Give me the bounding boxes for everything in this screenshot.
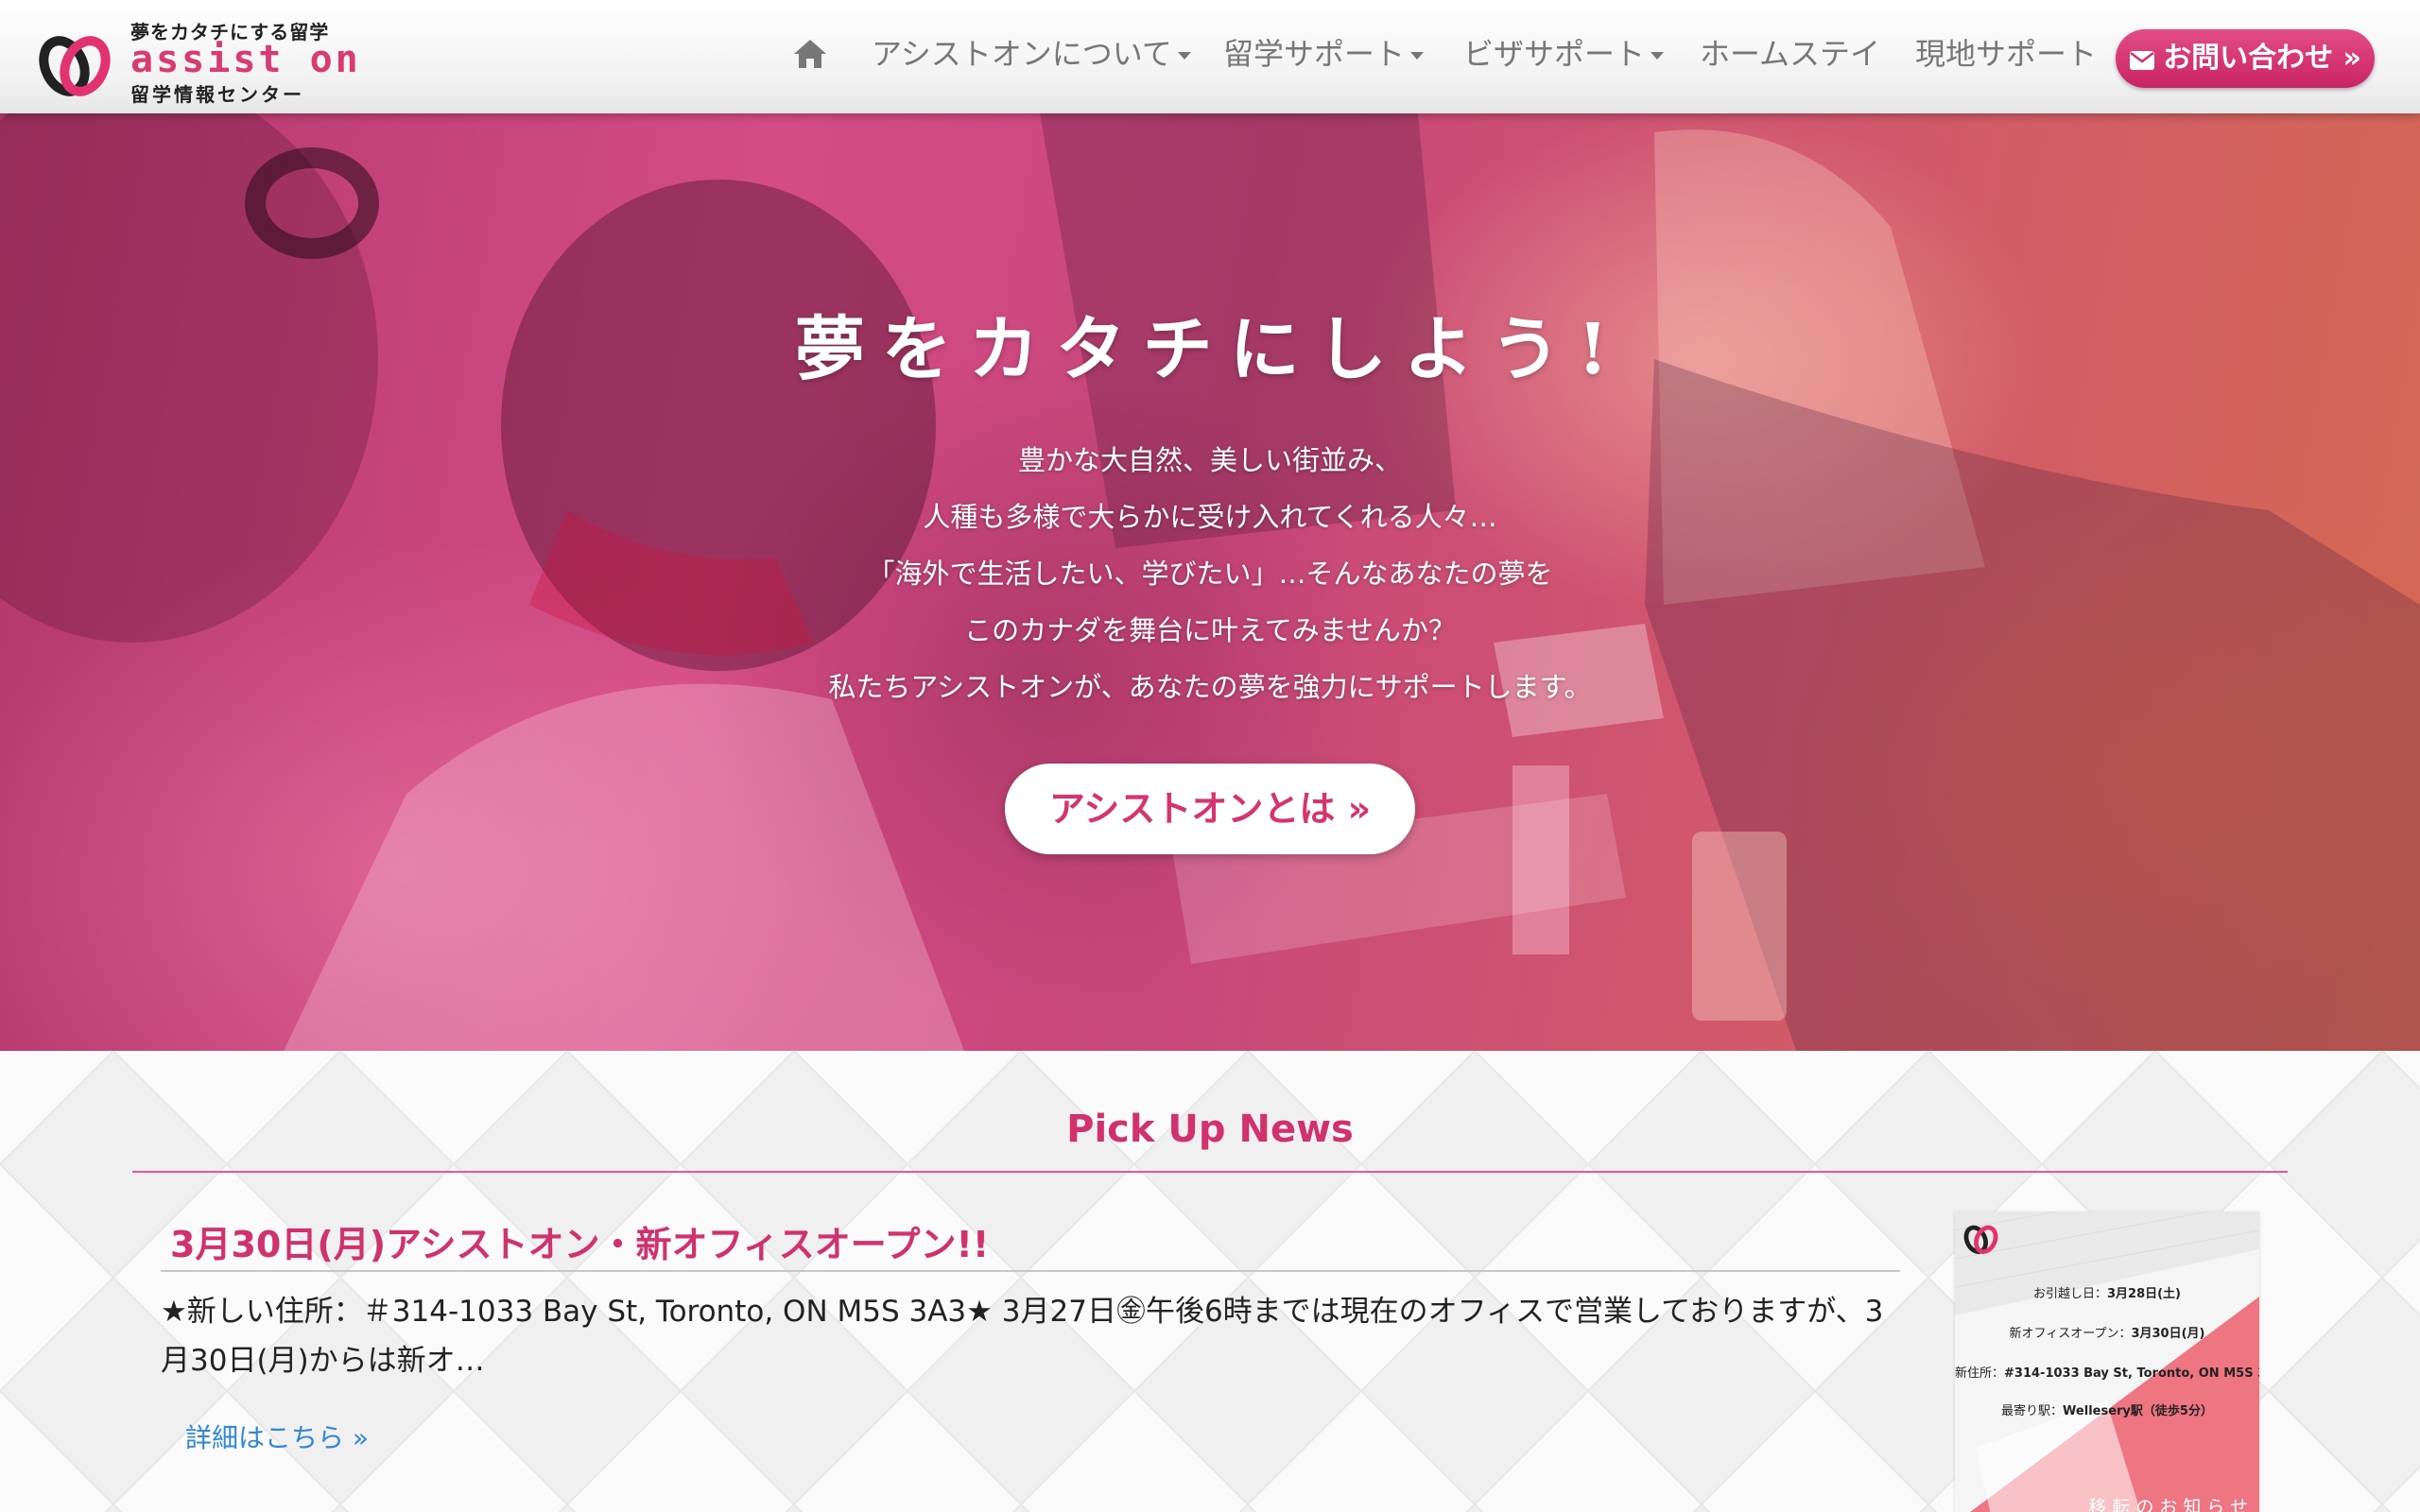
thumbnail-caption: 移転のお知らせ [2088, 1497, 2254, 1512]
home-icon[interactable] [792, 38, 828, 70]
site-header: 夢をカタチにする留学 assist on 留学情報センター アシストオンについて… [0, 0, 2420, 113]
thumbnail-text-line: 最寄り駅：Wellesery駅（徒歩5分） [1955, 1400, 2259, 1418]
site-logo[interactable]: 夢をカタチにする留学 assist on 留学情報センター [36, 15, 358, 106]
thumbnail-label: 新住所： [1955, 1366, 2005, 1381]
hero-title: 夢をカタチにしよう! [794, 309, 1626, 390]
logo-mark-icon [39, 36, 111, 96]
chevron-down-icon [1177, 52, 1191, 60]
divider [161, 1270, 1900, 1272]
nav-item-visa-support[interactable]: ビザサポート [1463, 32, 1665, 76]
nav-item-homestay[interactable]: ホームステイ [1700, 32, 1880, 76]
nav-item-label: 現地サポート [1915, 36, 2098, 72]
thumbnail-label: 新オフィスオープン： [2009, 1327, 2132, 1341]
thumbnail-value: 3月30日(月) [2131, 1327, 2205, 1341]
news-thumbnail[interactable]: お引越し日：3月28日(土) 新オフィスオープン：3月30日(月) 新住所：#3… [1955, 1211, 2259, 1512]
thumbnail-label: 最寄り駅： [2001, 1404, 2064, 1418]
envelope-icon [2130, 51, 2155, 70]
hero-content: 夢をカタチにしよう! 豊かな大自然、美しい街並み、 人種も多様で大らかに受け入れ… [0, 113, 2420, 1051]
hero-section: 夢をカタチにしよう! 豊かな大自然、美しい街並み、 人種も多様で大らかに受け入れ… [0, 113, 2420, 1051]
chevron-down-icon [1410, 52, 1425, 60]
nav-item-label: 留学サポート [1223, 36, 1406, 72]
chevron-down-icon [1651, 52, 1665, 60]
nav-item-about[interactable]: アシストオンについて [872, 32, 1191, 76]
hero-text-line: 私たちアシストオンが、あなたの夢を強力にサポートします。 [828, 671, 1592, 703]
hero-text-line: 豊かな大自然、美しい街並み、 [1017, 444, 1402, 476]
contact-button[interactable]: お問い合わせ » [2116, 29, 2375, 88]
section-heading: Pick Up News [1066, 1108, 1354, 1151]
thumbnail-text-line: 新オフィスオープン：3月30日(月) [1955, 1323, 2259, 1341]
pickup-news-section: Pick Up News 3月30日(月)アシストオン・新オフィスオープン!! … [0, 1051, 2420, 1512]
nav-item-label: アシストオンについて [872, 36, 1172, 72]
nav-item-local-support[interactable]: 現地サポート [1915, 32, 2097, 76]
divider [132, 1171, 2288, 1173]
news-article-title[interactable]: 3月30日(月)アシストオン・新オフィスオープン!! [170, 1215, 989, 1267]
nav-item-study-support[interactable]: 留学サポート [1223, 32, 1425, 76]
thumbnail-value: #314-1033 Bay St, Toronto, ON M5S 3A3 [2004, 1366, 2259, 1381]
thumbnail-value: Wellesery駅（徒歩5分） [2063, 1404, 2213, 1418]
hero-text-line: 人種も多様で大らかに受け入れてくれる人々… [923, 501, 1497, 533]
read-more-link[interactable]: 詳細はこちら » [185, 1418, 369, 1455]
nav-item-label: ビザサポート [1463, 36, 1646, 72]
thumbnail-background [1955, 1211, 2259, 1512]
contact-button-label: お問い合わせ » [2163, 42, 2361, 75]
news-article-excerpt: ★新しい住所：＃314-1033 Bay St, Toronto, ON M5S… [161, 1295, 1884, 1378]
thumbnail-label: お引越し日： [2032, 1287, 2107, 1301]
thumbnail-value: 3月28日(土) [2106, 1287, 2182, 1301]
thumbnail-text-line: お引越し日：3月28日(土) [1955, 1283, 2259, 1301]
hero-text-line: 「海外で生活したい、学びたい」…そんなあなたの夢を [867, 558, 1553, 590]
thumbnail-text-line: 新住所：#314-1033 Bay St, Toronto, ON M5S 3A… [1955, 1363, 2259, 1381]
about-assist-on-button[interactable]: アシストオンとは » [1005, 764, 1415, 854]
main-nav: アシストオンについて 留学サポート ビザサポート ホームステイ 現地サポート お… [785, 0, 2420, 113]
logo-subtitle: 留学情報センター [130, 83, 304, 106]
logo-mark-icon [1963, 1225, 1998, 1254]
logo-name: assist on [130, 38, 361, 81]
nav-item-label: ホームステイ [1700, 36, 1881, 72]
hero-text-line: このカナダを舞台に叶えてみませんか？ [964, 614, 1456, 646]
